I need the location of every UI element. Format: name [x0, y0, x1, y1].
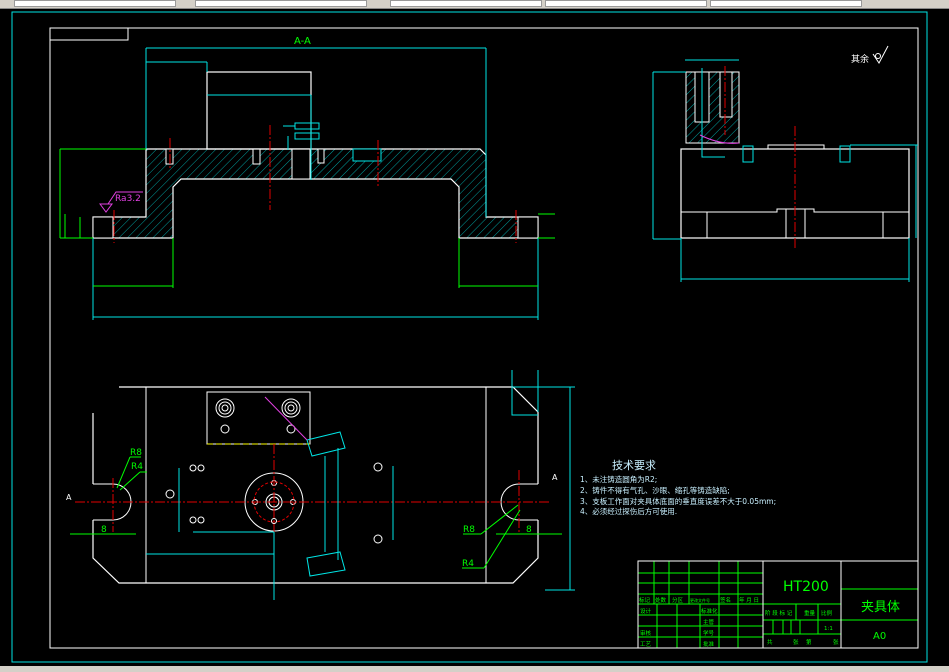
drawing-frame — [49, 27, 919, 649]
svg-text:签名: 签名 — [720, 596, 731, 604]
svg-text:主管: 主管 — [703, 618, 715, 626]
section-label: A-A — [294, 36, 311, 47]
svg-text:设计: 设计 — [640, 607, 652, 615]
side-view — [652, 59, 918, 282]
slot-radius-right: R8 R4 8 — [462, 504, 562, 569]
svg-text:R4: R4 — [131, 462, 143, 472]
svg-text:年 月 日: 年 月 日 — [739, 596, 759, 604]
remaining-roughness-note: 其余 — [851, 45, 889, 65]
technical-requirements: 技术要求 1、未注铸造圆角为R2; 2、铸件不得有气孔、沙眼、缩孔等铸造缺陷; … — [580, 459, 776, 516]
plan-view: R8 R4 8 R8 R4 8 A A — [66, 370, 575, 600]
svg-text:张: 张 — [793, 638, 799, 646]
svg-text:Ra3.2: Ra3.2 — [115, 194, 141, 204]
slot-radius-left: R8 R4 8 — [70, 448, 147, 535]
svg-text:3、支板工作面对夹具体底面的垂直度误差不大于0.05mm;: 3、支板工作面对夹具体底面的垂直度误差不大于0.05mm; — [580, 496, 776, 506]
svg-text:2、铸件不得有气孔、沙眼、缩孔等铸造缺陷;: 2、铸件不得有气孔、沙眼、缩孔等铸造缺陷; — [580, 485, 730, 495]
svg-text:张: 张 — [833, 638, 839, 646]
svg-text:比例: 比例 — [821, 609, 833, 617]
part-name: 夹具体 — [861, 600, 900, 615]
title-block: 标记 处数 分区 更改文件号 签名 年 月 日 设计 审核 工艺 标准化 主管 … — [637, 560, 919, 649]
section-view-a-a: A-A Ra3.2 — [59, 36, 555, 320]
svg-text:分区: 分区 — [672, 596, 684, 604]
svg-text:更改文件号: 更改文件号 — [690, 597, 710, 603]
svg-text:批准: 批准 — [703, 640, 715, 648]
section-mark-right: A — [552, 473, 558, 482]
svg-text:技术要求: 技术要求 — [612, 459, 656, 472]
svg-text:共: 共 — [767, 638, 773, 646]
svg-text:审核: 审核 — [640, 629, 652, 637]
svg-text:8: 8 — [101, 525, 107, 535]
drawing-number-box — [49, 27, 129, 41]
material: HT200 — [783, 579, 829, 595]
svg-text:标记: 标记 — [639, 596, 651, 604]
svg-text:第: 第 — [806, 638, 812, 646]
drawing-canvas[interactable]: A-A Ra3.2 其余 R8 R4 8 R8 R4 8 A A 技术要求 1、… — [0, 0, 949, 672]
svg-text:4、必须经过探伤后方可使用.: 4、必须经过探伤后方可使用. — [580, 506, 677, 516]
svg-text:1:1: 1:1 — [824, 626, 833, 632]
section-mark-left: A — [66, 493, 72, 502]
svg-text:标准化: 标准化 — [701, 607, 718, 615]
svg-text:R4: R4 — [462, 559, 474, 569]
svg-text:重量: 重量 — [804, 609, 816, 617]
svg-text:R8: R8 — [130, 448, 142, 458]
svg-text:1、未注铸造圆角为R2;: 1、未注铸造圆角为R2; — [580, 474, 657, 484]
fixture-body-section — [92, 148, 539, 239]
svg-text:其余: 其余 — [851, 53, 869, 65]
svg-text:学号: 学号 — [703, 629, 715, 637]
svg-text:处数: 处数 — [655, 596, 667, 604]
svg-text:8: 8 — [526, 525, 532, 535]
svg-text:阶 段 标 记: 阶 段 标 记 — [765, 609, 793, 617]
sheet-size: A0 — [873, 631, 886, 642]
status-bar — [0, 666, 949, 672]
svg-text:R8: R8 — [463, 525, 475, 535]
roughness-symbol: Ra3.2 — [99, 191, 143, 213]
svg-text:工艺: 工艺 — [640, 641, 652, 648]
